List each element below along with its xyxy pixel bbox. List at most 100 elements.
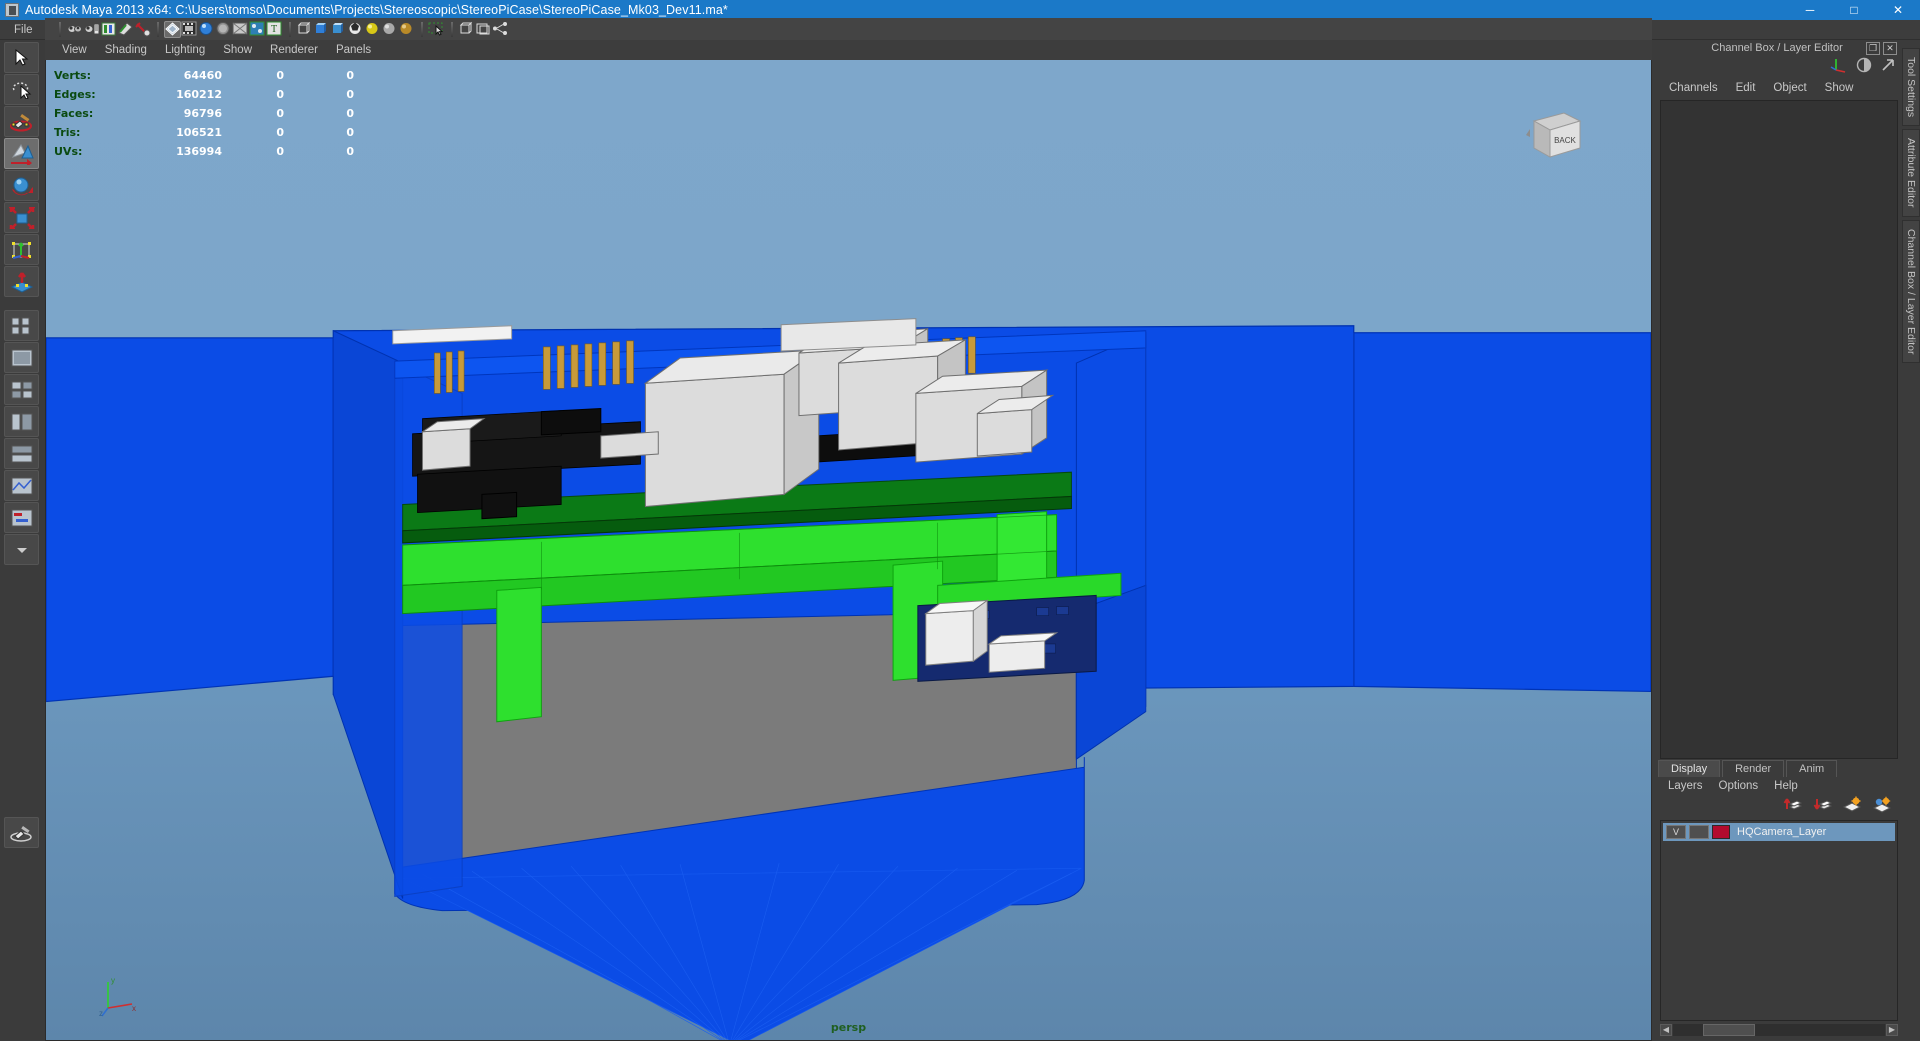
layer-visibility-toggle[interactable]: V (1666, 825, 1686, 839)
channel-box-menu-channels[interactable]: Channels (1660, 78, 1727, 98)
channel-box-content[interactable] (1660, 100, 1898, 759)
light-yellow-icon[interactable] (364, 21, 381, 38)
panel-menu-lighting[interactable]: Lighting (156, 40, 214, 60)
minimize-button[interactable]: ─ (1788, 0, 1832, 20)
layout-more[interactable] (4, 534, 39, 565)
panel-grip-right[interactable] (1810, 46, 1844, 51)
scroll-left-arrow[interactable]: ◀ (1660, 1024, 1672, 1036)
panel-close-button[interactable]: ✕ (1883, 42, 1897, 55)
hierarchy-icon[interactable] (492, 21, 509, 38)
viewport-3d[interactable]: Verts: 64460 0 0 Edges: 160212 0 0 Faces… (45, 60, 1652, 1041)
component-mode-icon[interactable] (475, 21, 492, 38)
marquee-select-icon[interactable] (428, 21, 445, 38)
view-cube[interactable]: BACK (1524, 105, 1586, 163)
lasso-tool[interactable] (4, 74, 39, 105)
right-vertical-tab-strip: Tool Settings Attribute Editor Channel B… (1902, 40, 1920, 1041)
vtab-channel-box[interactable]: Channel Box / Layer Editor (1902, 220, 1920, 364)
scale-tool[interactable] (4, 202, 39, 233)
maximize-button[interactable]: □ (1832, 0, 1876, 20)
xray-icon[interactable] (232, 21, 249, 38)
hud-total: 136994 (142, 142, 222, 161)
layout-persp-graph[interactable] (4, 470, 39, 501)
text-icon[interactable]: T (266, 21, 283, 38)
shaded-cube-icon[interactable] (313, 21, 330, 38)
layer-list-scrollbar[interactable]: ◀ ▶ (1660, 1023, 1898, 1037)
channel-box-menu-show[interactable]: Show (1816, 78, 1863, 98)
layout-hypershade-persp[interactable] (4, 438, 39, 469)
smooth-shade-all-icon[interactable] (198, 21, 215, 38)
light-grey-icon[interactable] (381, 21, 398, 38)
layer-name[interactable]: HQCamera_Layer (1733, 826, 1826, 838)
ipr-render-icon[interactable] (83, 21, 100, 38)
bounding-box-icon[interactable] (296, 21, 313, 38)
object-mode-icon[interactable] (458, 21, 475, 38)
texture-toggle-icon[interactable] (181, 21, 198, 38)
new-layer-from-selected-icon[interactable] (1872, 796, 1892, 818)
hud-selected: 0 (222, 123, 284, 142)
layer-menu-layers[interactable]: Layers (1660, 777, 1711, 796)
panel-menu-renderer[interactable]: Renderer (261, 40, 327, 60)
render-current-frame-icon[interactable] (66, 21, 83, 38)
layer-color-swatch[interactable] (1712, 825, 1730, 839)
hypershade-icon[interactable] (117, 21, 134, 38)
layer-menu-help[interactable]: Help (1766, 777, 1806, 796)
layer-playback-toggle[interactable] (1689, 825, 1709, 839)
tab-render[interactable]: Render (1722, 760, 1784, 777)
scroll-right-arrow[interactable]: ▶ (1886, 1024, 1898, 1036)
panel-menu-view[interactable]: View (53, 40, 96, 60)
scroll-thumb[interactable] (1703, 1024, 1755, 1036)
paint-selection-tool[interactable] (4, 106, 39, 137)
shelf-separator (154, 22, 161, 37)
lighting-icon[interactable] (249, 21, 266, 38)
move-tool[interactable] (4, 138, 39, 169)
view-cube-face-label: BACK (1554, 136, 1576, 145)
scroll-track[interactable] (1673, 1024, 1885, 1036)
vtab-tool-settings[interactable]: Tool Settings (1902, 48, 1920, 126)
vtab-attribute-editor[interactable]: Attribute Editor (1902, 129, 1920, 216)
rotate-tool[interactable] (4, 170, 39, 201)
layer-editor: Display Render Anim Layers Options Help (1652, 761, 1902, 1041)
shelf-separator (448, 22, 455, 37)
panel-menu-panels[interactable]: Panels (327, 40, 380, 60)
wireframe-on-shaded-icon[interactable] (164, 21, 181, 38)
flat-shade-icon[interactable] (215, 21, 232, 38)
layout-persp-outliner[interactable] (4, 406, 39, 437)
layer-list[interactable]: V HQCamera_Layer (1660, 820, 1898, 1021)
move-layer-down-icon[interactable] (1812, 796, 1832, 818)
move-layer-up-icon[interactable] (1782, 796, 1802, 818)
menu-file[interactable]: File (6, 20, 41, 40)
channel-box-menu-object[interactable]: Object (1764, 78, 1815, 98)
render-view-icon[interactable] (134, 21, 151, 38)
paint-effects-icon[interactable] (4, 817, 39, 848)
show-manipulator-tool[interactable] (4, 310, 39, 341)
close-button[interactable]: ✕ (1876, 0, 1920, 20)
channel-box-menu-edit[interactable]: Edit (1727, 78, 1765, 98)
hud-extra: 0 (284, 123, 354, 142)
soft-modification-tool[interactable] (4, 266, 39, 297)
light-amber-icon[interactable] (398, 21, 415, 38)
axis-gizmo-icon[interactable] (1830, 56, 1848, 79)
panel-menu-shading[interactable]: Shading (96, 40, 156, 60)
hud-row: Faces: 96796 0 0 (54, 104, 354, 123)
hud-total: 96796 (142, 104, 222, 123)
render-settings-icon[interactable] (100, 21, 117, 38)
textured-sphere-icon[interactable] (347, 21, 364, 38)
shaded-cube2-icon[interactable] (330, 21, 347, 38)
panel-restore-button[interactable]: ❐ (1866, 42, 1880, 55)
arrow-diagonal-icon[interactable] (1880, 57, 1896, 78)
shelf-separator (56, 22, 63, 37)
panel-grip-left[interactable] (1660, 46, 1694, 51)
tab-anim[interactable]: Anim (1786, 760, 1837, 777)
layer-row[interactable]: V HQCamera_Layer (1663, 823, 1895, 841)
universal-manipulator-tool[interactable] (4, 234, 39, 265)
panel-menu-show[interactable]: Show (214, 40, 261, 60)
hud-total: 64460 (142, 66, 222, 85)
select-tool[interactable] (4, 42, 39, 73)
layer-menu-options[interactable]: Options (1711, 777, 1767, 796)
new-layer-icon[interactable] (1842, 796, 1862, 818)
tab-display[interactable]: Display (1658, 760, 1720, 777)
layout-four-view[interactable] (4, 374, 39, 405)
layout-persp-trax[interactable] (4, 502, 39, 533)
half-circle-icon[interactable] (1856, 57, 1872, 78)
layout-single-perspective[interactable] (4, 342, 39, 373)
